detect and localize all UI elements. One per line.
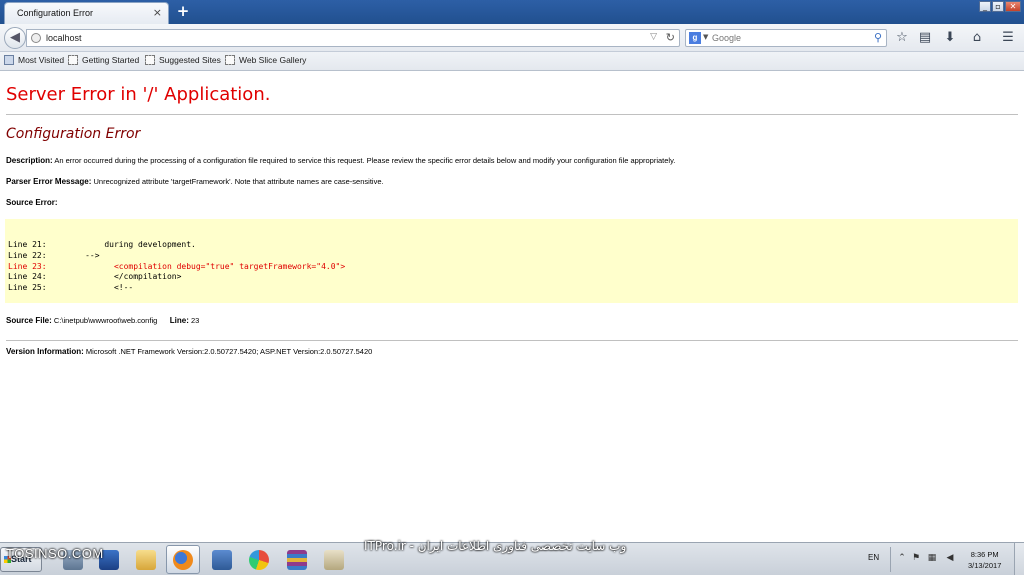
clock-date: 3/13/2017 <box>968 561 1002 570</box>
page-icon <box>145 55 155 65</box>
navigation-toolbar: ◀ localhost ▽ ↻ g ▼ Google ⚲ ☆ ▤ ⬇ ⌂ ☰ <box>0 24 1024 52</box>
minimize-button[interactable]: _ <box>979 1 991 12</box>
line-label: Line: <box>169 316 189 325</box>
system-clock[interactable]: 8:36 PM 3/13/2017 <box>968 549 1001 571</box>
close-tab-icon[interactable]: × <box>153 6 162 19</box>
watermark-right: وب سایت تخصصی فناوری اطلاعات ایران - ITP… <box>364 539 627 553</box>
page-icon <box>68 55 78 65</box>
divider <box>6 114 1018 115</box>
search-icon[interactable]: ⚲ <box>874 31 882 44</box>
most-visited-icon <box>4 55 14 65</box>
error-subtitle: Configuration Error <box>6 126 141 142</box>
search-engine-dropdown-icon[interactable]: ▼ <box>703 33 708 41</box>
code-line: Line 25: <!-- <box>8 283 134 292</box>
speaker-muted-icon[interactable]: ◀ <box>945 553 955 563</box>
search-bar[interactable]: g ▼ Google ⚲ <box>685 29 887 47</box>
reload-icon[interactable]: ↻ <box>666 31 675 44</box>
bookmark-getting-started[interactable]: Getting Started <box>68 55 139 65</box>
tray-divider <box>890 547 891 572</box>
show-desktop-button[interactable] <box>1014 543 1024 575</box>
bookmark-label: Most Visited <box>18 55 65 65</box>
url-dropdown-icon[interactable]: ▽ <box>650 32 657 42</box>
restore-button[interactable]: ▫ <box>992 1 1004 12</box>
bookmarks-toolbar: Most Visited Getting Started Suggested S… <box>0 52 1024 71</box>
page-icon <box>225 55 235 65</box>
code-line: Line 22: --> <box>8 251 100 260</box>
source-file-label: Source File: <box>6 316 52 325</box>
bookmark-most-visited[interactable]: Most Visited <box>4 55 64 65</box>
source-file-path: C:\inetpub\wwwroot\web.config <box>53 316 158 325</box>
url-bar[interactable]: localhost ▽ ↻ <box>26 29 680 47</box>
star-icon[interactable]: ☆ <box>894 30 910 46</box>
home-icon[interactable]: ⌂ <box>969 30 985 46</box>
menu-icon[interactable]: ☰ <box>1000 30 1016 46</box>
bookmark-label: Getting Started <box>82 55 140 65</box>
clock-time: 8:36 PM <box>970 550 999 559</box>
close-window-button[interactable]: ✕ <box>1005 1 1021 12</box>
google-icon[interactable]: g <box>689 32 701 44</box>
code-line-error: Line 23: <compilation debug="true" targe… <box>8 262 346 271</box>
divider <box>6 340 1018 341</box>
globe-icon <box>31 33 41 43</box>
url-text[interactable]: localhost <box>46 33 82 43</box>
download-icon[interactable]: ⬇ <box>942 30 958 46</box>
paint-icon[interactable] <box>242 545 276 574</box>
windows-taskbar: Start TOSINSO.COM وب سایت تخصصی فناوری ا… <box>0 539 1024 575</box>
source-code-block: Line 21: during development. Line 22: --… <box>5 219 1018 303</box>
clipboard-icon[interactable]: ▤ <box>917 30 933 46</box>
line-number: 23 <box>191 316 200 325</box>
bookmark-label: Suggested Sites <box>159 55 221 65</box>
winrar-icon[interactable] <box>280 545 314 574</box>
version-paragraph: Version Information: Microsoft .NET Fram… <box>6 347 372 356</box>
description-text: An error occurred during the processing … <box>54 156 676 165</box>
page-title: Server Error in '/' Application. <box>6 84 271 105</box>
source-error-heading: Source Error: <box>6 198 58 207</box>
language-indicator[interactable]: EN <box>868 553 879 562</box>
bookmark-label: Web Slice Gallery <box>239 55 307 65</box>
browser-title-bar: Configuration Error × + _ ▫ ✕ <box>0 0 1024 24</box>
window-controls: _ ▫ ✕ <box>979 1 1021 13</box>
flag-icon[interactable]: ⚑ <box>911 553 921 563</box>
network-tray-icon[interactable]: ▦ <box>927 553 937 563</box>
version-text: Microsoft .NET Framework Version:2.0.507… <box>85 347 373 356</box>
explorer-icon[interactable] <box>129 545 163 574</box>
parser-error-text: Unrecognized attribute 'targetFramework'… <box>93 177 384 186</box>
parser-error-paragraph: Parser Error Message: Unrecognized attri… <box>6 177 384 186</box>
back-icon[interactable]: ◀ <box>4 27 26 49</box>
search-input[interactable]: Google <box>712 33 741 43</box>
description-label: Description: <box>6 156 53 165</box>
show-hidden-icons-icon[interactable]: ⌃ <box>897 553 907 563</box>
new-tab-button[interactable]: + <box>175 2 191 20</box>
page-content: Server Error in '/' Application. Configu… <box>0 72 1024 542</box>
version-label: Version Information: <box>6 347 84 356</box>
tab-configuration-error[interactable]: Configuration Error × <box>4 2 169 24</box>
source-error-label: Source Error: <box>6 198 58 207</box>
bookmark-web-slice-gallery[interactable]: Web Slice Gallery <box>225 55 306 65</box>
watermark-left: TOSINSO.COM <box>6 546 104 561</box>
source-file-paragraph: Source File: C:\inetpub\wwwroot\web.conf… <box>6 316 199 325</box>
code-line: Line 21: during development. <box>8 240 196 249</box>
network-icon[interactable] <box>205 545 239 574</box>
description-paragraph: Description: An error occurred during th… <box>6 156 675 165</box>
firefox-icon[interactable] <box>166 545 200 574</box>
parser-error-label: Parser Error Message: <box>6 177 92 186</box>
bookmark-suggested-sites[interactable]: Suggested Sites <box>145 55 221 65</box>
tools-icon[interactable] <box>317 545 351 574</box>
tab-title: Configuration Error <box>17 8 94 18</box>
code-line: Line 24: </compilation> <box>8 272 182 281</box>
